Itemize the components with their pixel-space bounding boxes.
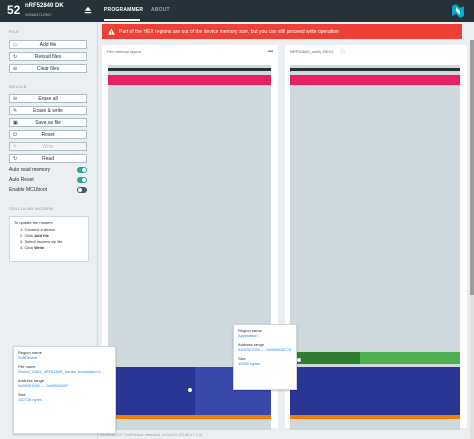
memory-region-mbr[interactable] xyxy=(290,415,460,419)
modem-intro: To update the modem xyxy=(14,220,53,225)
tab-programmer[interactable]: PROGRAMMER xyxy=(104,7,143,13)
panel-title: NRF52840_xxAA_REV2 xyxy=(290,49,334,54)
read-button[interactable]: ↻ Read xyxy=(9,154,87,163)
tooltip-value: Seeed_XIAO_nRF52840_Sense_bootloader-0..… xyxy=(18,369,104,374)
minus-icon: ⊖ xyxy=(13,96,18,102)
add-file-label: Add file xyxy=(39,41,57,48)
eject-icon[interactable] xyxy=(84,6,92,14)
app-window: 52 nRF52840 DK 000683712967 PROGRAMMER A… xyxy=(0,0,474,439)
scrollbar[interactable] xyxy=(470,40,474,439)
save-icon: ▣ xyxy=(13,120,18,126)
erase-all-label: Erase all xyxy=(38,95,58,102)
write-label: Write xyxy=(42,143,54,150)
enable-mcuboot-toggle[interactable] xyxy=(77,187,87,193)
write-button[interactable]: ✎ Write xyxy=(9,142,87,151)
cellular-modem-heading: CELLULAR MODEM xyxy=(9,206,54,211)
file-section-heading: FILE xyxy=(9,29,20,34)
warning-banner: Part of the HEX regions are out of the d… xyxy=(102,24,462,39)
erase-write-button[interactable]: ✎ Erase & write xyxy=(9,106,87,115)
auto-reset-row: Auto Reset xyxy=(9,177,87,184)
clear-files-button[interactable]: ⊖ Clear files xyxy=(9,64,87,73)
device-number: 52 xyxy=(7,3,21,17)
memory-region-empty xyxy=(108,419,271,427)
minus-icon: ⊖ xyxy=(13,66,18,72)
hover-marker xyxy=(297,358,301,362)
memory-region-top[interactable] xyxy=(290,68,460,71)
enable-mcuboot-label: Enable MCUboot xyxy=(9,187,48,193)
enable-mcuboot-row: Enable MCUboot xyxy=(9,187,87,194)
auto-read-memory-toggle[interactable] xyxy=(77,167,87,173)
memory-region-top[interactable] xyxy=(108,68,271,71)
folder-icon[interactable]: ▬ xyxy=(268,48,273,54)
clear-files-label: Clear files xyxy=(36,65,60,72)
device-memory-map xyxy=(290,65,460,430)
scrollbar-thumb[interactable] xyxy=(470,40,474,295)
hover-marker xyxy=(188,388,192,392)
read-label: Read xyxy=(42,155,54,162)
tooltip-value: 40052 bytes xyxy=(238,361,260,366)
memory-region-red[interactable] xyxy=(290,75,460,85)
save-as-file-button[interactable]: ▣ Save as file xyxy=(9,118,87,127)
modem-instructions: To update the modem 1. Connect a device … xyxy=(9,216,89,262)
panel-title: File memory layout xyxy=(107,49,141,54)
reset-button[interactable]: ⏻ Reset xyxy=(9,130,87,139)
tooltip-value: 0x00001000 — 0x00026497 xyxy=(18,383,69,388)
tab-about[interactable]: ABOUT xyxy=(151,7,170,13)
modem-step: 4. Click Write xyxy=(20,245,45,250)
pencil-icon: ✎ xyxy=(13,144,18,150)
auto-read-memory-row: Auto read memory xyxy=(9,167,87,174)
warning-icon xyxy=(108,28,115,35)
softdevice-tooltip: Region name SoftDevice File name Seeed_X… xyxy=(13,346,116,434)
device-section-heading: DEVICE xyxy=(9,84,27,89)
refresh-icon: ↻ xyxy=(13,54,18,60)
active-tab-indicator xyxy=(104,19,140,21)
memory-region-red[interactable] xyxy=(108,75,271,85)
pencil-icon: ✎ xyxy=(13,108,18,114)
reset-label: Reset xyxy=(41,131,55,138)
tooltip-value: 152728 bytes xyxy=(18,397,43,402)
tooltip-value: 0x00027000 — 0x000300C73 xyxy=(238,347,292,352)
info-icon[interactable]: ⓘ xyxy=(340,48,345,55)
tooltip-value: SoftDevice xyxy=(18,355,38,360)
log-status-line: 11:28:43.447 SoftDevice detected, id 0x1… xyxy=(100,432,203,437)
refresh-icon: ↻ xyxy=(13,156,18,162)
save-as-file-label: Save as file xyxy=(35,119,61,126)
reload-files-button[interactable]: ↻ Reload files xyxy=(9,52,87,61)
top-bar: 52 nRF52840 DK 000683712967 PROGRAMMER A… xyxy=(0,0,474,22)
erase-write-label: Erase & write xyxy=(33,107,63,114)
warning-text: Part of the HEX regions are out of the d… xyxy=(119,28,339,35)
add-file-button[interactable]: ▭ Add file xyxy=(9,40,87,49)
memory-region-application-alt[interactable] xyxy=(360,352,460,364)
device-memory-layout-panel: NRF52840_xxAA_REV2 ⓘ xyxy=(285,45,467,430)
application-tooltip: Region name Application Address range 0x… xyxy=(233,324,297,390)
nordic-logo-icon xyxy=(452,4,464,18)
reload-files-label: Reload files xyxy=(34,53,62,60)
auto-reset-toggle[interactable] xyxy=(77,177,87,183)
erase-all-button[interactable]: ⊖ Erase all xyxy=(9,94,87,103)
auto-reset-label: Auto Reset xyxy=(9,177,34,183)
memory-region-softdevice[interactable] xyxy=(290,367,460,415)
tooltip-value: Application xyxy=(238,333,258,338)
power-icon: ⏻ xyxy=(13,132,17,138)
auto-read-memory-label: Auto read memory xyxy=(9,167,51,173)
device-serial: 000683712967 xyxy=(25,12,52,17)
device-name[interactable]: nRF52840 DK xyxy=(25,3,64,9)
folder-icon: ▭ xyxy=(13,42,18,48)
